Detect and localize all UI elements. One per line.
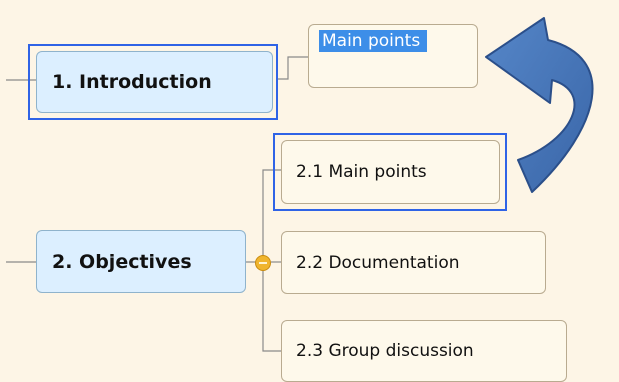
mindmap-canvas[interactable]: 1. Introduction Main points 2. Objective… [0,0,619,382]
curved-arrow-icon [485,17,594,193]
